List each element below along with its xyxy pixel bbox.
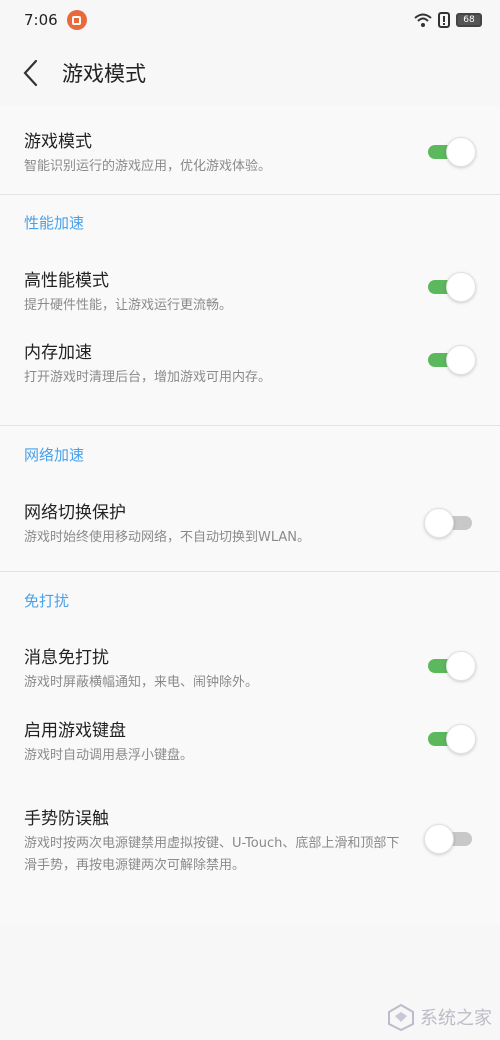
battery-icon: 68: [456, 13, 482, 27]
setting-title: 内存加速: [24, 343, 92, 363]
setting-title: 网络切换保护: [24, 503, 126, 523]
app-header: 游戏模式: [0, 40, 500, 106]
setting-desc: 游戏时自动调用悬浮小键盘。: [24, 748, 194, 763]
section-header-performance: 性能加速: [24, 214, 85, 232]
setting-row-game-keyboard[interactable]: 启用游戏键盘 游戏时自动调用悬浮小键盘。: [0, 716, 500, 804]
section-header-network: 网络加速: [24, 446, 85, 464]
setting-desc: 提升硬件性能，让游戏运行更流畅。: [24, 298, 233, 313]
setting-desc: 游戏时屏蔽横幅通知，来电、闹钟除外。: [24, 675, 259, 690]
status-time: 7:06: [24, 11, 58, 29]
high-performance-toggle[interactable]: [424, 272, 476, 302]
setting-desc: 游戏时按两次电源键禁用虚拟按键、U-Touch、底部上滑和顶部下滑手势，再按电源…: [24, 836, 400, 873]
back-button[interactable]: [22, 58, 48, 88]
setting-title: 游戏模式: [24, 132, 92, 152]
watermark: 系统之家: [386, 1002, 492, 1032]
setting-desc: 游戏时始终使用移动网络，不自动切换到WLAN。: [24, 530, 311, 545]
game-mode-toggle[interactable]: [424, 137, 476, 167]
sim-alert-icon: [438, 12, 450, 28]
section-header-dnd: 免打扰: [24, 592, 70, 610]
setting-title: 消息免打扰: [24, 648, 109, 668]
memory-boost-toggle[interactable]: [424, 345, 476, 375]
settings-list: 游戏模式 智能识别运行的游戏应用，优化游戏体验。 性能加速 高性能模式 提升硬件…: [0, 106, 500, 924]
setting-row-gesture-guard[interactable]: 手势防误触 游戏时按两次电源键禁用虚拟按键、U-Touch、底部上滑和顶部下滑手…: [0, 804, 500, 924]
setting-title: 手势防误触: [24, 809, 109, 829]
status-bar: 7:06 68: [0, 0, 500, 40]
wifi-icon: [414, 13, 432, 27]
setting-row-message-dnd[interactable]: 消息免打扰 游戏时屏蔽横幅通知，来电、闹钟除外。: [0, 630, 500, 716]
chevron-left-icon: [23, 59, 38, 87]
game-keyboard-toggle[interactable]: [424, 724, 476, 754]
watermark-logo-icon: [388, 1003, 414, 1032]
setting-row-game-mode[interactable]: 游戏模式 智能识别运行的游戏应用，优化游戏体验。: [0, 106, 500, 194]
gesture-guard-toggle[interactable]: [424, 824, 476, 854]
setting-title: 高性能模式: [24, 271, 109, 291]
setting-row-network-protection[interactable]: 网络切换保护 游戏时始终使用移动网络，不自动切换到WLAN。: [0, 484, 500, 571]
setting-row-high-performance[interactable]: 高性能模式 提升硬件性能，让游戏运行更流畅。: [0, 252, 500, 338]
watermark-text: 系统之家: [420, 1008, 492, 1029]
notification-icon: [66, 10, 87, 30]
status-icons: 68: [414, 12, 482, 28]
setting-desc: 打开游戏时清理后台，增加游戏可用内存。: [24, 370, 272, 385]
setting-title: 启用游戏键盘: [24, 721, 126, 741]
message-dnd-toggle[interactable]: [424, 651, 476, 681]
setting-desc: 智能识别运行的游戏应用，优化游戏体验。: [24, 159, 272, 174]
page-title: 游戏模式: [62, 62, 146, 86]
setting-row-memory-boost[interactable]: 内存加速 打开游戏时清理后台，增加游戏可用内存。: [0, 338, 500, 425]
network-protection-toggle[interactable]: [424, 508, 476, 538]
